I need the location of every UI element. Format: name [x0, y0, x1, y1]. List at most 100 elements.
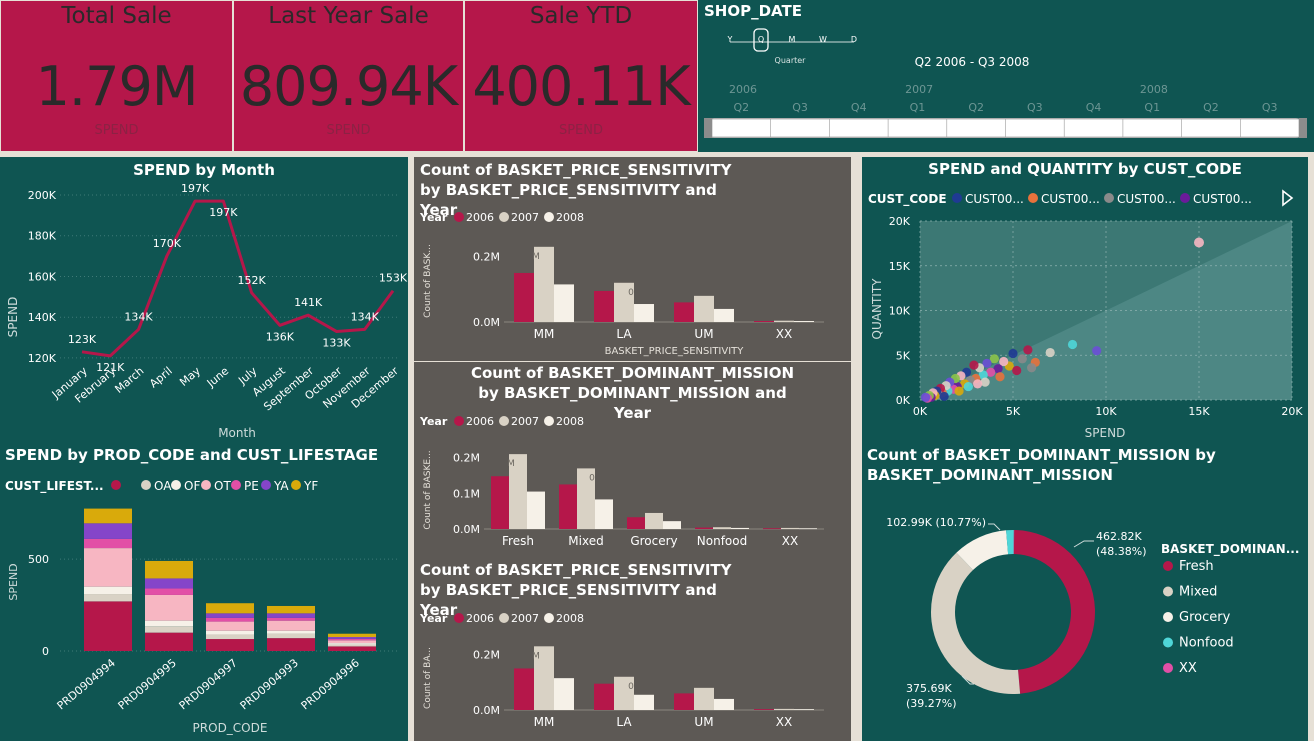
legend-marker — [1163, 586, 1173, 597]
stack-segment — [206, 603, 254, 614]
scatter-point — [1017, 354, 1027, 364]
slicer-quarter: Q2 — [968, 101, 984, 114]
kpi-total-sale[interactable]: Total Sale 1.79M SPEND — [0, 0, 233, 152]
stack-segment — [267, 605, 315, 614]
legend-marker — [261, 480, 271, 490]
x-tick-label: UM — [694, 327, 713, 341]
legend-marker — [111, 480, 121, 490]
data-label: 197K — [209, 206, 238, 219]
donut-slice — [1013, 530, 1095, 694]
x-tick-label: 5K — [1006, 405, 1021, 418]
stack-segment — [145, 620, 193, 627]
slicer-left-handle[interactable] — [704, 118, 712, 138]
bps-bottom-panel: Count of BASKET_PRICE_SENSITIVITY by BAS… — [414, 558, 851, 741]
bar — [554, 678, 574, 710]
legend-marker — [454, 613, 464, 623]
slicer-quarter: Q1 — [910, 101, 926, 114]
bar — [731, 527, 749, 529]
y-tick-label: 0.2M — [473, 649, 500, 662]
x-tick-label: 20K — [1281, 405, 1303, 418]
bar — [634, 694, 654, 710]
legend-label: 2006 — [466, 415, 494, 428]
spend-quantity-panel: SPEND and QUANTITY by CUST_CODE CUST_COD… — [862, 157, 1308, 444]
slicer-range-text: Q2 2006 - Q3 2008 — [915, 55, 1030, 69]
scatter-point — [954, 386, 964, 396]
label-leader — [988, 523, 1001, 531]
legend-label: Grocery — [1179, 610, 1231, 625]
legend-label: Fresh — [1179, 559, 1214, 574]
legend-title: BASKET_DOMINAN... — [1161, 542, 1299, 557]
stack-segment — [206, 634, 254, 640]
stack-segment — [84, 523, 132, 539]
legend-marker — [1163, 612, 1173, 622]
slicer-quarter: Q3 — [1027, 101, 1043, 114]
legend-marker — [1163, 637, 1173, 648]
stack-segment — [145, 632, 193, 651]
scatter-point — [1008, 348, 1018, 359]
legend-marker — [544, 613, 554, 623]
legend-marker — [141, 480, 151, 490]
slicer-level-D: D — [851, 35, 857, 44]
x-axis-label: PROD_CODE — [193, 721, 268, 735]
bar — [514, 668, 534, 710]
donut-slice — [931, 552, 1021, 694]
scatter-point — [1023, 345, 1033, 355]
stack-segment — [84, 548, 132, 587]
label-leader — [1073, 540, 1094, 548]
legend-label: OT — [214, 479, 231, 493]
legend-marker — [454, 416, 464, 426]
data-label: 141K — [294, 296, 323, 309]
y-tick-label: 200K — [28, 189, 57, 202]
bar — [694, 687, 714, 710]
slicer-quarter: Q4 — [1086, 101, 1102, 114]
legend-title: Year — [419, 612, 448, 625]
legend-label: 2007 — [511, 612, 539, 625]
stack-segment — [84, 508, 132, 524]
data-label: 152K — [238, 274, 267, 287]
data-label: (39.27%) — [906, 697, 957, 710]
bar — [754, 321, 774, 322]
stack-segment — [145, 588, 193, 595]
legend-label: CUST00... — [1193, 192, 1252, 206]
legend-label: 2008 — [556, 612, 584, 625]
slicer-quarter: Q2 — [734, 101, 750, 114]
stack-segment — [328, 633, 376, 638]
slicer-level-W: W — [819, 35, 827, 44]
bar — [554, 284, 574, 322]
data-label: 375.69K — [906, 682, 952, 695]
legend-label: CUST00... — [1117, 192, 1176, 206]
bdm-donut-panel: Count of BASKET_DOMINANT_MISSION by BASK… — [862, 444, 1308, 741]
y-tick-label: 120K — [28, 352, 57, 365]
slicer-right-handle[interactable] — [1299, 118, 1307, 138]
bar — [754, 709, 774, 710]
legend-marker — [499, 212, 509, 222]
x-tick-label: Mixed — [568, 534, 603, 548]
legend-title: Year — [419, 211, 448, 224]
kpi-last-year-sale[interactable]: Last Year Sale 809.94K SPEND — [233, 0, 464, 152]
legend-marker — [1104, 193, 1114, 203]
legend-marker — [171, 480, 181, 490]
kpi-sale-ytd[interactable]: Sale YTD 400.11K SPEND — [464, 0, 698, 152]
slicer-svg: Y Q M W D Quarter Q2 2006 - Q3 2008 2006 2007… — [704, 28, 1307, 138]
y-tick-label: 0 — [42, 645, 49, 658]
donut-chart: BASKET_DOMINAN... 462.82K (48.38%) 375.69K… — [886, 516, 1299, 710]
legend-next-arrow[interactable] — [1282, 189, 1294, 207]
scatter-point — [995, 372, 1005, 382]
stack-segment — [267, 633, 315, 639]
stack-segment — [206, 617, 254, 622]
legend-marker — [1028, 193, 1038, 203]
line-chart: SPEND Month 120K140K160K180K200K123KJanu… — [6, 182, 408, 440]
y-axis-label: QUANTITY — [870, 278, 884, 340]
bar — [491, 476, 509, 529]
bdm-center-panel: Count of BASKET_DOMINANT_MISSION by BASK… — [414, 362, 851, 558]
stack-segment — [328, 646, 376, 651]
data-label: 134K — [351, 310, 380, 323]
legend-title: Year — [419, 415, 448, 428]
x-tick-label: 0K — [913, 405, 928, 418]
y-tick-label: 15K — [889, 260, 911, 273]
y-tick-label: 160K — [28, 270, 57, 283]
slicer-quarter: Q3 — [1262, 101, 1278, 114]
bar — [763, 528, 781, 530]
stack-segment — [267, 620, 315, 631]
scatter-point — [1027, 363, 1037, 373]
